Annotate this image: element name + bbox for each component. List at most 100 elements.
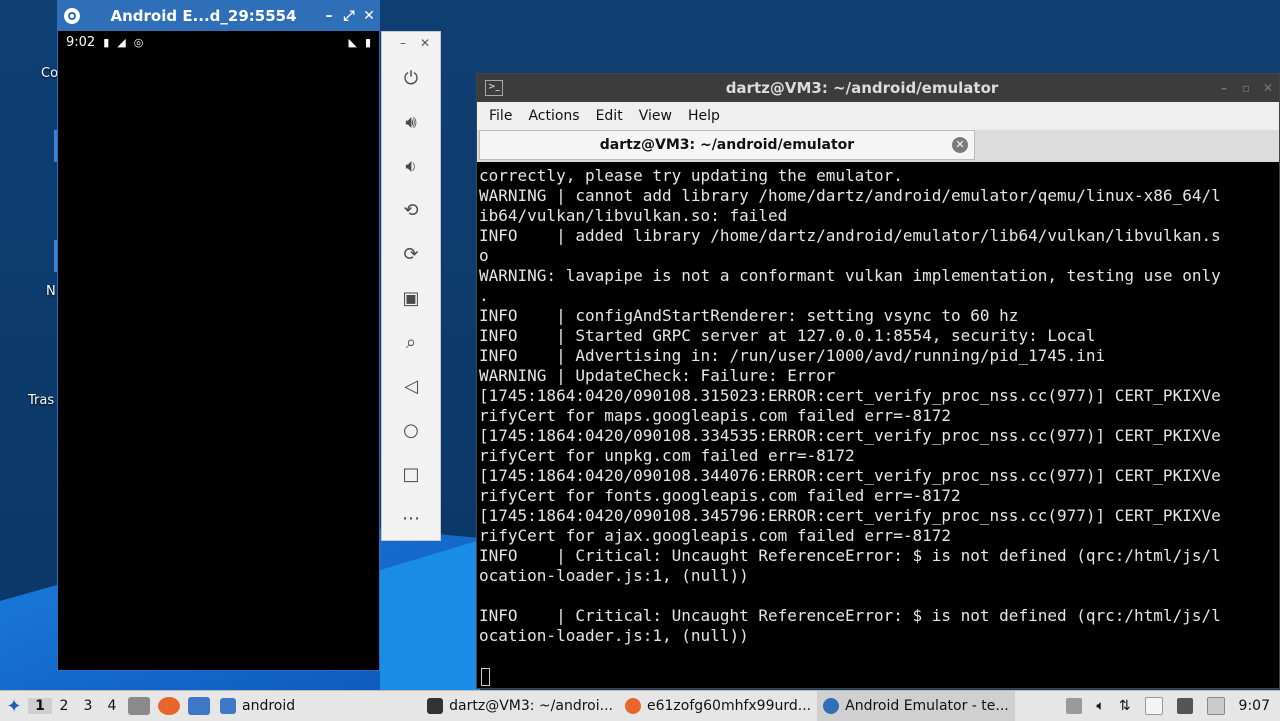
terminal-icon: >_ (485, 80, 503, 96)
minimize-icon[interactable]: – (1213, 81, 1235, 95)
workspace-4[interactable]: 4 (100, 698, 124, 714)
power-icon[interactable]: ⏻ (382, 56, 440, 100)
start-menu-icon[interactable]: ✦ (0, 691, 28, 721)
terminal-tabbar: dartz@VM3: ~/android/emulator ✕ (477, 130, 1279, 162)
terminal-line: ocation-loader.js:1, (null)) (479, 626, 749, 645)
menu-file[interactable]: File (481, 108, 520, 124)
terminal-line: INFO | Critical: Uncaught ReferenceError… (479, 546, 1221, 565)
task-terminal[interactable]: dartz@VM3: ~/androi... (421, 691, 619, 721)
close-icon[interactable]: ✕ (1257, 81, 1279, 95)
tab-title: dartz@VM3: ~/android/emulator (599, 137, 855, 153)
tab-close-icon[interactable]: ✕ (952, 137, 968, 153)
menu-actions[interactable]: Actions (520, 108, 587, 124)
terminal-cursor (481, 668, 490, 686)
more-icon[interactable]: ⋯ (382, 496, 440, 540)
menu-view[interactable]: View (631, 108, 680, 124)
status-time: 9:02 (66, 34, 96, 50)
terminal-output[interactable]: correctly, please try updating the emula… (477, 162, 1279, 686)
camera-icon[interactable]: ▣ (382, 276, 440, 320)
emulator-toolbar: – ✕ ⏻ 🔊︎ 🔉︎ ⟲ ⟳ ▣ ⌕ ◁ ○ □ ⋯ (381, 31, 441, 541)
emulator-app-icon (64, 8, 80, 24)
minimize-icon[interactable]: – (319, 8, 339, 24)
terminal-line: WARNING | cannot add library /home/dartz… (479, 186, 1221, 205)
tray-icon[interactable] (1066, 698, 1083, 714)
emulator-titlebar[interactable]: Android E...d_29:5554 – ⤢ ✕ (58, 1, 379, 31)
task-label: android (242, 698, 296, 714)
taskbar: ✦ 1 2 3 4 android dartz@VM3: ~/androi...… (0, 690, 1280, 721)
rotate-left-icon[interactable]: ⟲ (382, 188, 440, 232)
terminal-line: WARNING | UpdateCheck: Failure: Error (479, 366, 836, 385)
maximize-icon[interactable]: ⤢ (339, 8, 359, 24)
workspace-3[interactable]: 3 (76, 698, 100, 714)
terminal-line: rifyCert for fonts.googleapis.com failed… (479, 486, 961, 505)
close-icon[interactable]: ✕ (359, 8, 379, 24)
terminal-line: WARNING: lavapipe is not a conformant vu… (479, 266, 1221, 285)
network-icon[interactable]: ⇅ (1119, 698, 1131, 714)
volume-icon[interactable]: 🔈︎ (1096, 698, 1104, 714)
terminal-line: rifyCert for maps.googleapis.com failed … (479, 406, 952, 425)
task-android-folder[interactable]: android (214, 691, 301, 721)
signal-icon: ◢ (117, 35, 126, 49)
task-label: Android Emulator - te... (845, 698, 1009, 714)
folder-icon (220, 698, 236, 714)
maximize-icon[interactable]: ▫ (1235, 81, 1257, 95)
notes-icon[interactable] (1206, 697, 1225, 715)
terminal-line: correctly, please try updating the emula… (479, 166, 903, 185)
workspace-2[interactable]: 2 (52, 698, 76, 714)
clock[interactable]: 9:07 (1239, 698, 1270, 714)
workspace-1[interactable]: 1 (28, 698, 52, 714)
show-desktop-icon[interactable] (188, 697, 210, 715)
zoom-icon[interactable]: ⌕ (382, 320, 440, 364)
terminal-line: rifyCert for unpkg.com failed err=-8172 (479, 446, 855, 465)
terminal-menubar: File Actions Edit View Help (477, 102, 1279, 130)
terminal-line: INFO | added library /home/dartz/android… (479, 226, 1221, 245)
wifi-icon: ◣ (348, 35, 357, 49)
sync-icon: ◎ (133, 35, 144, 49)
terminal-line: [1745:1864:0420/090108.315023:ERROR:cert… (479, 386, 1221, 405)
desktop-label[interactable]: Co (41, 66, 58, 81)
file-manager-icon[interactable] (128, 697, 150, 715)
terminal-window[interactable]: >_ dartz@VM3: ~/android/emulator – ▫ ✕ F… (476, 73, 1280, 689)
terminal-line: o (479, 246, 489, 265)
volume-up-icon[interactable]: 🔊︎ (382, 100, 440, 144)
rotate-right-icon[interactable]: ⟳ (382, 232, 440, 276)
terminal-line: INFO | Started GRPC server at 127.0.0.1:… (479, 326, 1096, 345)
task-emulator[interactable]: Android Emulator - te... (817, 691, 1015, 721)
terminal-line: ib64/vulkan/libvulkan.so: failed (479, 206, 788, 225)
back-icon[interactable]: ◁ (382, 364, 440, 408)
desktop-label[interactable]: Tras (28, 393, 54, 408)
task-label: dartz@VM3: ~/androi... (449, 698, 613, 714)
phone-status-bar: 9:02 ▮ ◢ ◎ ◣ ▮ (58, 31, 379, 53)
terminal-tab[interactable]: dartz@VM3: ~/android/emulator ✕ (479, 130, 975, 160)
terminal-line: INFO | Critical: Uncaught ReferenceError… (479, 606, 1221, 625)
toolbar-close-icon[interactable]: ✕ (420, 36, 430, 56)
firefox-icon[interactable] (158, 697, 180, 715)
task-firefox[interactable]: e61zofg60mhfx99urd... (619, 691, 817, 721)
terminal-line: . (479, 286, 489, 305)
terminal-line: [1745:1864:0420/090108.334535:ERROR:cert… (479, 426, 1221, 445)
menu-help[interactable]: Help (680, 108, 728, 124)
terminal-line: [1745:1864:0420/090108.344076:ERROR:cert… (479, 466, 1221, 485)
toolbar-minimize-icon[interactable]: – (400, 36, 406, 56)
terminal-titlebar[interactable]: >_ dartz@VM3: ~/android/emulator – ▫ ✕ (477, 74, 1279, 102)
terminal-line: INFO | Advertising in: /run/user/1000/av… (479, 346, 1106, 365)
battery-icon: ▮ (103, 35, 110, 49)
terminal-line: [1745:1864:0420/090108.345796:ERROR:cert… (479, 506, 1221, 525)
emulator-window[interactable]: Android E...d_29:5554 – ⤢ ✕ 9:02 ▮ ◢ ◎ ◣… (57, 0, 380, 671)
menu-edit[interactable]: Edit (588, 108, 631, 124)
terminal-line: rifyCert for ajax.googleapis.com failed … (479, 526, 952, 545)
task-label: e61zofg60mhfx99urd... (646, 698, 812, 714)
desktop-label[interactable]: N (46, 284, 56, 299)
overview-icon[interactable]: □ (382, 452, 440, 496)
display-icon[interactable] (1176, 698, 1193, 714)
volume-down-icon[interactable]: 🔉︎ (382, 144, 440, 188)
emulator-icon (823, 698, 840, 714)
clipboard-icon[interactable] (1144, 697, 1163, 715)
system-tray: 🔈︎ ⇅ 9:07 (1066, 697, 1280, 715)
terminal-line: ocation-loader.js:1, (null)) (479, 566, 749, 585)
terminal-line: INFO | configAndStartRenderer: setting v… (479, 306, 1019, 325)
terminal-title: dartz@VM3: ~/android/emulator (725, 79, 999, 97)
firefox-icon (624, 698, 641, 714)
home-icon[interactable]: ○ (382, 408, 440, 452)
